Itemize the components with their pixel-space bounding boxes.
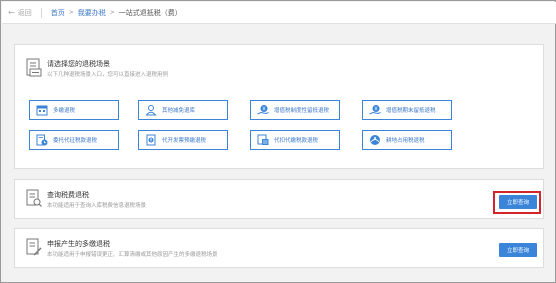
invoice-icon: ¥ [146, 134, 156, 146]
tile-withholding-refund[interactable]: 代扣代缴税款退税 [250, 130, 340, 150]
tile-label: 多缴退税 [53, 108, 76, 114]
tile-entrusted-collection-refund[interactable]: 委托代征税款退税 [29, 130, 119, 150]
breadcrumb-bar: ← 返回 首页 > 我要办税 > 一站式退抵税（费） [2, 2, 556, 24]
form-document-icon [26, 58, 42, 77]
svg-text:¥: ¥ [374, 107, 377, 113]
query-refund-subtitle: 本功能适用于查询入库税费信息退税场景 [47, 203, 147, 209]
tile-vat-institutional-refund[interactable]: ¥ 增值税制度性留抵退税 [250, 100, 340, 120]
tile-overpay-refund[interactable]: 多缴退税 [29, 100, 119, 120]
overpay-query-button[interactable]: 立即查询 [499, 243, 537, 257]
edit-document-icon [26, 238, 42, 256]
overpay-refund-subtitle: 本功能适用于申报错误更正、汇算清缴或其他原因产生的多缴退税场景 [47, 252, 218, 258]
overpay-refund-title: 申报产生的多缴退税 [47, 240, 110, 248]
breadcrumb-divider [40, 7, 42, 18]
document-card-icon [257, 134, 269, 145]
back-button[interactable]: ← 返回 [8, 8, 32, 18]
breadcrumb-separator-icon: > [68, 9, 74, 16]
tile-label: 代扣代缴税款退税 [274, 138, 319, 144]
tile-label: 增值税制度性留抵退税 [274, 108, 330, 114]
tile-label: 增值税期末留抵退税 [386, 108, 436, 114]
breadcrumb-separator-icon: > [109, 9, 115, 16]
tile-label: 代开发票预缴退税 [162, 138, 207, 144]
search-document-icon [26, 189, 42, 207]
svg-text:¥: ¥ [262, 107, 265, 113]
scenario-title: 请选择您的退税场景 [47, 60, 110, 68]
breadcrumb-tax[interactable]: 我要办税 [78, 8, 106, 18]
money-hand-icon: ¥ [369, 105, 381, 115]
tile-other-relief-refund[interactable]: 其他减免退库 [138, 100, 228, 120]
tile-label: 其他减免退库 [162, 108, 196, 114]
query-refund-panel: 查询税费退税 本功能适用于查询入库税费信息退税场景 立即查询 [14, 179, 544, 219]
breadcrumb-home[interactable]: 首页 [51, 8, 65, 18]
scenario-panel: 请选择您的退税场景 以下几种退税场景入口，您可以直接进入退税用例 多缴退税 其他… [14, 44, 544, 169]
document-clock-icon [36, 134, 48, 146]
query-refund-title: 查询税费退税 [47, 191, 89, 199]
person-icon [145, 105, 157, 116]
land-icon [370, 135, 380, 145]
money-hand-icon: ¥ [257, 105, 269, 115]
back-label: 返回 [17, 8, 32, 17]
tile-label: 委托代征税款退税 [53, 138, 98, 144]
breadcrumb-current: 一站式退抵税（费） [118, 8, 182, 17]
tile-label: 耕地占用税退税 [386, 138, 425, 144]
back-arrow-icon: ← [8, 8, 15, 17]
calendar-icon [36, 105, 48, 116]
tile-farmland-tax-refund[interactable]: 耕地占用税退税 [362, 130, 452, 150]
tile-invoice-prepaid-refund[interactable]: ¥ 代开发票预缴退税 [138, 130, 228, 150]
tile-vat-period-end-refund[interactable]: ¥ 增值税期末留抵退税 [362, 100, 452, 120]
button-highlight-frame [493, 191, 541, 214]
page-frame: ← 返回 首页 > 我要办税 > 一站式退抵税（费） 请选择您的退税场景 以下几… [0, 0, 556, 283]
scenario-subtitle: 以下几种退税场景入口，您可以直接进入退税用例 [47, 72, 169, 78]
overpay-refund-panel: 申报产生的多缴退税 本功能适用于申报错误更正、汇算清缴或其他原因产生的多缴退税场… [14, 228, 544, 268]
svg-text:¥: ¥ [150, 138, 153, 143]
